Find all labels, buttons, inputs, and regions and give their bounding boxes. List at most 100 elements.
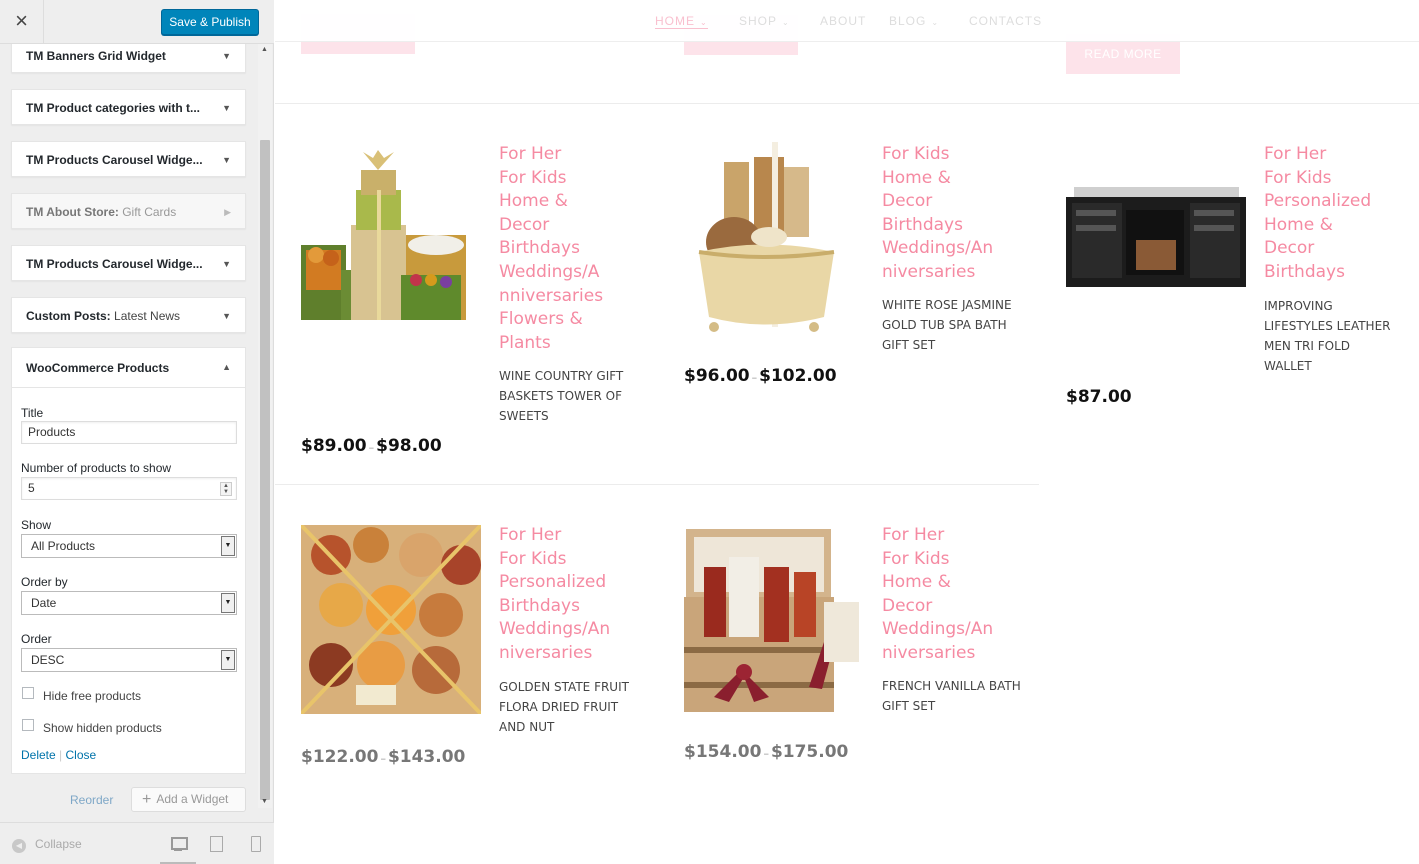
collapsed-arrow-icon[interactable]: ▶ [224, 207, 231, 218]
number-label: Number of products to show [21, 461, 172, 475]
category-link[interactable]: For Her [1264, 143, 1404, 167]
expand-arrow-icon[interactable]: ▼ [222, 311, 231, 321]
dropdown-arrow-icon[interactable]: ▼ [221, 650, 235, 670]
category-link[interactable]: For Kids [499, 167, 629, 191]
orderby-select[interactable]: Date ▼ [21, 591, 237, 615]
divider [275, 103, 1419, 104]
dropdown-arrow-icon[interactable]: ▼ [221, 536, 235, 556]
category-link[interactable]: Weddings/An [499, 618, 629, 642]
product-price: $87.00 [1066, 387, 1132, 407]
show-hidden-checkbox[interactable] [22, 719, 34, 731]
category-link[interactable]: For Kids [499, 548, 629, 572]
category-link[interactable]: Birthdays [499, 595, 629, 619]
category-link[interactable]: Decor [499, 214, 629, 238]
scroll-down-icon[interactable]: ▼ [261, 798, 268, 805]
orderby-label: Order by [21, 575, 68, 589]
category-link[interactable]: Personalized [499, 571, 629, 595]
nav-item-blog[interactable]: BLOG ⌄ [889, 14, 939, 28]
category-link[interactable]: For Her [499, 143, 629, 167]
category-link[interactable]: nniversaries [499, 285, 629, 309]
close-link[interactable]: Close [65, 748, 96, 762]
nav-item-about[interactable]: ABOUT [820, 14, 866, 28]
product-image[interactable] [684, 527, 864, 717]
close-icon[interactable]: × [0, 0, 44, 43]
widget-title: TM Product categories with t... [26, 101, 201, 115]
category-link[interactable]: Decor [882, 595, 1012, 619]
price-dash: – [368, 441, 375, 454]
expand-arrow-icon[interactable]: ▼ [222, 103, 231, 113]
add-widget-button[interactable]: + Add a Widget [131, 787, 246, 812]
widget-products-carousel[interactable]: TM Products Carousel Widge... ▼ [11, 141, 246, 177]
category-link[interactable]: For Kids [882, 143, 1012, 167]
category-link[interactable]: Weddings/An [882, 618, 1012, 642]
tablet-preview-icon[interactable] [208, 835, 226, 853]
category-link[interactable]: niversaries [882, 642, 1012, 666]
category-link[interactable]: Flowers & [499, 308, 629, 332]
category-link[interactable]: Home & [882, 167, 1012, 191]
hide-free-label[interactable]: Hide free products [43, 689, 141, 703]
product-image[interactable] [301, 150, 466, 325]
widget-about-store[interactable]: TM About Store: Gift Cards ▶ [11, 193, 246, 229]
category-link[interactable]: Birthdays [882, 214, 1012, 238]
product-name[interactable]: GOLDEN STATE FRUIT FLORA DRIED FRUIT AND… [499, 677, 639, 737]
hide-free-checkbox[interactable] [22, 687, 34, 699]
nav-item-home[interactable]: HOME ⌄ [655, 14, 708, 29]
category-link[interactable]: Weddings/An [882, 237, 1012, 261]
nav-item-shop[interactable]: SHOP ⌄ [739, 14, 790, 28]
title-input[interactable]: Products [21, 421, 237, 444]
widget-custom-posts[interactable]: Custom Posts: Latest News ▼ [11, 297, 246, 333]
show-hidden-label[interactable]: Show hidden products [43, 721, 162, 735]
category-link[interactable]: For Her [499, 524, 629, 548]
number-input[interactable]: 5 ▲ ▼ [21, 477, 237, 500]
widget-header[interactable]: WooCommerce Products ▲ [12, 348, 245, 388]
category-link[interactable]: Home & [882, 571, 1012, 595]
price-low: $89.00 [301, 436, 367, 456]
product-name[interactable]: WINE COUNTRY GIFT BASKETS TOWER OF SWEET… [499, 366, 639, 426]
sidebar-scrollbar[interactable]: ▲ ▼ [258, 44, 272, 808]
delete-link[interactable]: Delete [21, 748, 56, 762]
product-image[interactable] [1066, 185, 1246, 290]
category-link[interactable]: Birthdays [1264, 261, 1404, 285]
category-link[interactable]: Decor [882, 190, 1012, 214]
nav-item-contacts[interactable]: CONTACTS [969, 14, 1042, 28]
product-image[interactable] [301, 525, 481, 714]
nav-label: ABOUT [820, 14, 867, 28]
category-link[interactable]: Birthdays [499, 237, 629, 261]
category-link[interactable]: niversaries [499, 642, 629, 666]
desktop-preview-icon[interactable] [169, 835, 188, 853]
product-image[interactable] [684, 142, 844, 337]
category-link[interactable]: For Kids [882, 548, 1012, 572]
category-link[interactable]: Decor [1264, 237, 1404, 261]
collapse-arrow-icon[interactable]: ▲ [222, 362, 231, 372]
order-select[interactable]: DESC ▼ [21, 648, 237, 672]
product-name[interactable]: WHITE ROSE JASMINE GOLD TUB SPA BATH GIF… [882, 295, 1022, 355]
reorder-link[interactable]: Reorder [70, 793, 113, 807]
product-price: $96.00– $102.00 [684, 366, 837, 386]
expand-arrow-icon[interactable]: ▼ [222, 259, 231, 269]
category-link[interactable]: Plants [499, 332, 629, 356]
scroll-up-icon[interactable]: ▲ [261, 46, 268, 53]
show-select[interactable]: All Products ▼ [21, 534, 237, 558]
category-link[interactable]: Home & [1264, 214, 1404, 238]
category-link[interactable]: niversaries [882, 261, 1012, 285]
category-link[interactable]: Weddings/A [499, 261, 629, 285]
dropdown-arrow-icon[interactable]: ▼ [221, 593, 235, 613]
category-link[interactable]: Personalized [1264, 190, 1404, 214]
widget-products-carousel-2[interactable]: TM Products Carousel Widge... ▼ [11, 245, 246, 281]
price-dash: – [751, 371, 758, 384]
mobile-preview-icon[interactable] [248, 835, 266, 853]
category-link[interactable]: For Kids [1264, 167, 1404, 191]
spinner-arrows-icon[interactable]: ▲ ▼ [220, 482, 232, 496]
product-name[interactable]: FRENCH VANILLA BATH GIFT SET [882, 676, 1022, 716]
category-link[interactable]: For Her [882, 524, 1012, 548]
product-name[interactable]: IMPROVING LIFESTYLES LEATHER MEN TRI FOL… [1264, 296, 1394, 376]
save-publish-button[interactable]: Save & Publish [161, 9, 259, 35]
show-value: All Products [31, 539, 96, 553]
expand-arrow-icon[interactable]: ▼ [222, 155, 231, 165]
expand-arrow-icon[interactable]: ▼ [222, 51, 231, 61]
category-link[interactable]: Home & [499, 190, 629, 214]
price-high: $175.00 [770, 742, 849, 762]
scroll-thumb[interactable] [260, 140, 270, 800]
collapse-button[interactable]: ◀ Collapse [12, 837, 82, 853]
widget-product-categories[interactable]: TM Product categories with t... ▼ [11, 89, 246, 125]
